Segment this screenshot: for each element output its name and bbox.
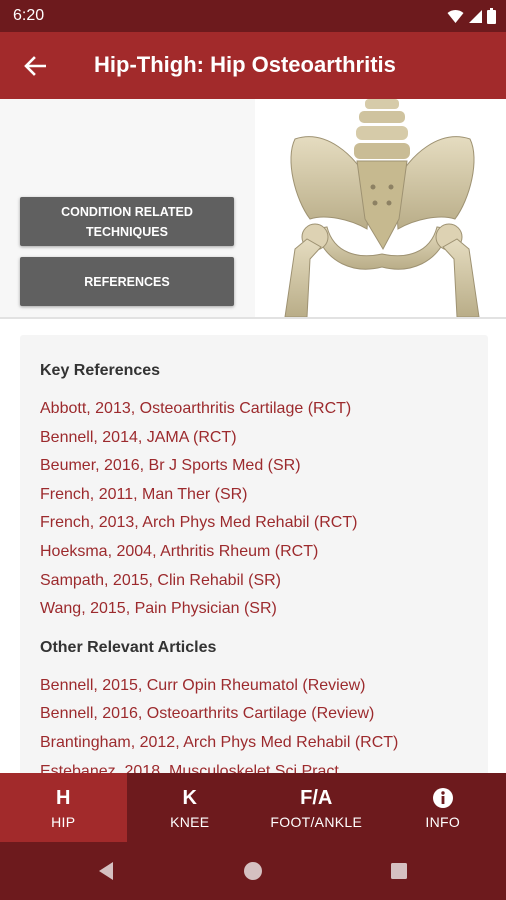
info-icon [432,787,453,808]
back-arrow-icon [24,56,46,76]
system-nav-bar [0,842,506,900]
back-button[interactable] [16,47,54,85]
pelvis-illustration [255,99,506,317]
reference-link[interactable]: Beumer, 2016, Br J Sports Med (SR) [40,452,468,481]
battery-icon [487,8,496,24]
references-button[interactable]: REFERENCES [20,257,234,306]
condition-techniques-button[interactable]: CONDITION RELATED TECHNIQUES [20,197,234,246]
reference-link[interactable]: Wang, 2015, Pain Physician (SR) [40,595,468,624]
bottom-nav: H HIP K KNEE F/A FOOT/ANKLE INFO [0,773,506,842]
tab-hip[interactable]: H HIP [0,773,127,842]
tab-foot-ankle[interactable]: F/A FOOT/ANKLE [253,773,380,842]
reference-link[interactable]: Hoeksma, 2004, Arthritis Rheum (RCT) [40,538,468,567]
status-icons [447,8,496,24]
references-card: Key References Abbott, 2013, Osteoarthri… [20,335,488,773]
other-articles-heading: Other Relevant Articles [40,638,217,656]
square-recents-icon [391,863,407,879]
system-recents-button[interactable] [387,859,411,883]
foot-ankle-icon: F/A [300,786,333,809]
reference-link[interactable]: Bennell, 2014, JAMA (RCT) [40,424,468,453]
key-references-heading: Key References [40,362,161,379]
tab-info[interactable]: INFO [380,773,506,842]
knee-icon: K [182,786,197,809]
references-content: Key References Abbott, 2013, Osteoarthri… [0,319,506,773]
status-bar: 6:20 [0,0,506,32]
reference-link[interactable]: French, 2013, Arch Phys Med Rehabil (RCT… [40,509,468,538]
system-home-button[interactable] [241,859,265,883]
article-link[interactable]: Brantingham, 2012, Arch Phys Med Rehabil… [40,729,468,758]
hero-area: CONDITION RELATED TECHNIQUES REFERENCES [0,99,506,317]
tab-label: HIP [51,813,76,830]
reference-link[interactable]: Abbott, 2013, Osteoarthritis Cartilage (… [40,395,468,424]
reference-link[interactable]: Sampath, 2015, Clin Rehabil (SR) [40,567,468,596]
wifi-icon [447,9,464,23]
status-time: 6:20 [13,7,45,24]
tab-label: FOOT/ANKLE [270,813,363,830]
article-link[interactable]: Estebanez, 2018, Musculoskelet Sci Pract [40,758,468,773]
article-link[interactable]: Bennell, 2016, Osteoarthrits Cartilage (… [40,700,468,729]
system-back-button[interactable] [94,859,118,883]
article-link[interactable]: Bennell, 2015, Curr Opin Rheumatol (Revi… [40,672,468,701]
tab-label: INFO [425,813,461,830]
reference-link[interactable]: French, 2011, Man Ther (SR) [40,481,468,510]
triangle-back-icon [99,862,113,880]
tab-label: KNEE [170,813,210,830]
page-title: Hip-Thigh: Hip Osteoarthritis [94,52,396,77]
app-bar: Hip-Thigh: Hip Osteoarthritis [0,32,506,99]
tab-knee[interactable]: K KNEE [127,773,254,842]
circle-home-icon [244,862,262,880]
hip-icon: H [56,786,71,809]
signal-icon [469,9,482,23]
